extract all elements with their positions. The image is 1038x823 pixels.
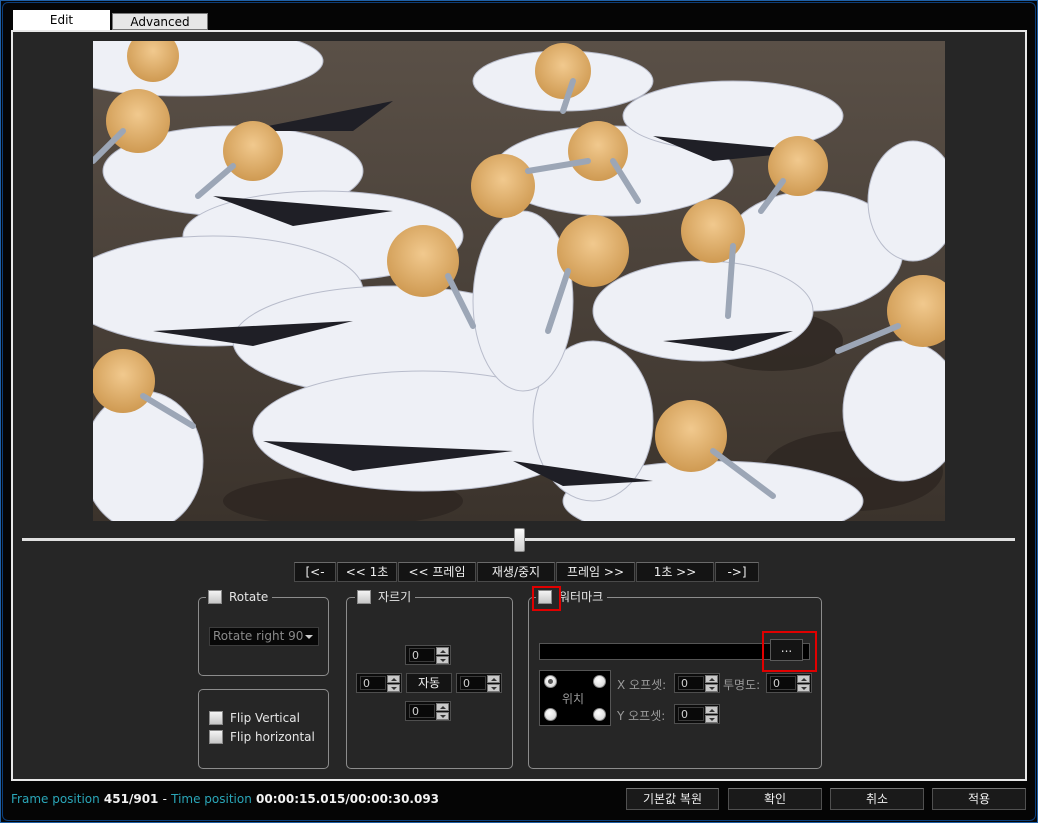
tab-advanced[interactable]: Advanced (112, 13, 208, 30)
flip-vertical-checkbox[interactable] (209, 711, 223, 725)
spin-down-icon[interactable] (705, 715, 718, 723)
play-pause-button[interactable]: 재생/중지 (477, 562, 555, 582)
opacity-label: 투명도: (723, 678, 761, 692)
spin-up-icon[interactable] (436, 703, 449, 711)
back-1-second-button[interactable]: << 1초 (337, 562, 397, 582)
opacity-stepper[interactable]: 0 (766, 673, 812, 693)
apply-button[interactable]: 적용 (932, 788, 1026, 810)
next-frame-button[interactable]: 프레임 >> (556, 562, 635, 582)
crop-top-stepper[interactable]: 0 (405, 645, 451, 665)
position-top-right-radio[interactable] (593, 675, 606, 688)
flip-group (198, 689, 329, 769)
spin-up-icon[interactable] (797, 675, 810, 683)
crop-checkbox[interactable] (357, 590, 371, 604)
ok-button[interactable]: 확인 (728, 788, 822, 810)
spin-up-icon[interactable] (705, 706, 718, 714)
dropdown-arrow-icon (305, 635, 313, 639)
frame-position-value: 451/901 (103, 792, 159, 806)
flip-horizontal-option[interactable]: Flip horizontal (209, 730, 315, 744)
status-bar: Frame position 451/901 - Time position 0… (11, 792, 439, 806)
y-offset-stepper[interactable]: 0 (674, 704, 720, 724)
spin-up-icon[interactable] (387, 675, 400, 683)
spin-up-icon[interactable] (705, 675, 718, 683)
spin-up-icon[interactable] (436, 647, 449, 655)
spin-down-icon[interactable] (436, 656, 449, 664)
crop-bottom-value[interactable]: 0 (409, 704, 435, 718)
rotate-select-value: Rotate right 90 (213, 629, 304, 643)
video-preview (93, 41, 945, 521)
watermark-header: 워터마크 (536, 589, 608, 605)
x-offset-value[interactable]: 0 (678, 676, 704, 690)
crop-left-value[interactable]: 0 (360, 676, 386, 690)
spin-down-icon[interactable] (797, 684, 810, 692)
position-bottom-left-radio[interactable] (544, 708, 557, 721)
x-offset-stepper[interactable]: 0 (674, 673, 720, 693)
x-offset-label: X 오프셋: (617, 678, 667, 692)
y-offset-value[interactable]: 0 (678, 707, 704, 721)
rotate-header: Rotate (206, 589, 273, 605)
crop-right-stepper[interactable]: 0 (456, 673, 502, 693)
flip-vertical-label: Flip Vertical (230, 711, 300, 725)
cancel-button[interactable]: 취소 (830, 788, 924, 810)
forward-1-second-button[interactable]: 1초 >> (636, 562, 714, 582)
go-to-end-button[interactable]: ->] (715, 562, 759, 582)
spin-down-icon[interactable] (487, 684, 500, 692)
time-position-label: Time position (171, 792, 252, 806)
watermark-browse-button[interactable]: ... (770, 639, 803, 661)
flip-horizontal-label: Flip horizontal (230, 730, 315, 744)
watermark-checkbox[interactable] (538, 590, 552, 604)
position-label: 위치 (562, 692, 585, 706)
time-position-value: 00:00:15.015/00:00:30.093 (256, 792, 440, 806)
go-to-start-button[interactable]: [<- (294, 562, 336, 582)
rotate-label: Rotate (229, 590, 269, 604)
crop-right-value[interactable]: 0 (460, 676, 486, 690)
watermark-position-selector: 위치 (539, 670, 611, 726)
crop-top-value[interactable]: 0 (409, 648, 435, 662)
spin-up-icon[interactable] (487, 675, 500, 683)
rotate-checkbox[interactable] (208, 590, 222, 604)
flip-vertical-option[interactable]: Flip Vertical (209, 711, 300, 725)
opacity-value[interactable]: 0 (770, 676, 796, 690)
flip-horizontal-checkbox[interactable] (209, 730, 223, 744)
position-top-left-radio[interactable] (544, 675, 557, 688)
spin-down-icon[interactable] (387, 684, 400, 692)
reset-defaults-button[interactable]: 기본값 복원 (626, 788, 719, 810)
y-offset-label: Y 오프셋: (617, 709, 666, 723)
crop-header: 자르기 (355, 589, 416, 605)
crop-label: 자르기 (378, 590, 412, 604)
spin-down-icon[interactable] (436, 712, 449, 720)
crop-bottom-stepper[interactable]: 0 (405, 701, 451, 721)
position-bottom-right-radio[interactable] (593, 708, 606, 721)
spin-down-icon[interactable] (705, 684, 718, 692)
watermark-label: 워터마크 (559, 590, 604, 604)
tab-edit[interactable]: Edit (13, 10, 110, 30)
seek-slider-thumb[interactable] (514, 528, 525, 552)
rotate-select[interactable]: Rotate right 90 (209, 627, 319, 646)
crop-auto-button[interactable]: 자동 (406, 673, 452, 693)
crop-left-stepper[interactable]: 0 (356, 673, 402, 693)
previous-frame-button[interactable]: << 프레임 (398, 562, 476, 582)
video-frame-image (93, 41, 945, 521)
status-separator: - (162, 792, 167, 806)
frame-position-label: Frame position (11, 792, 100, 806)
